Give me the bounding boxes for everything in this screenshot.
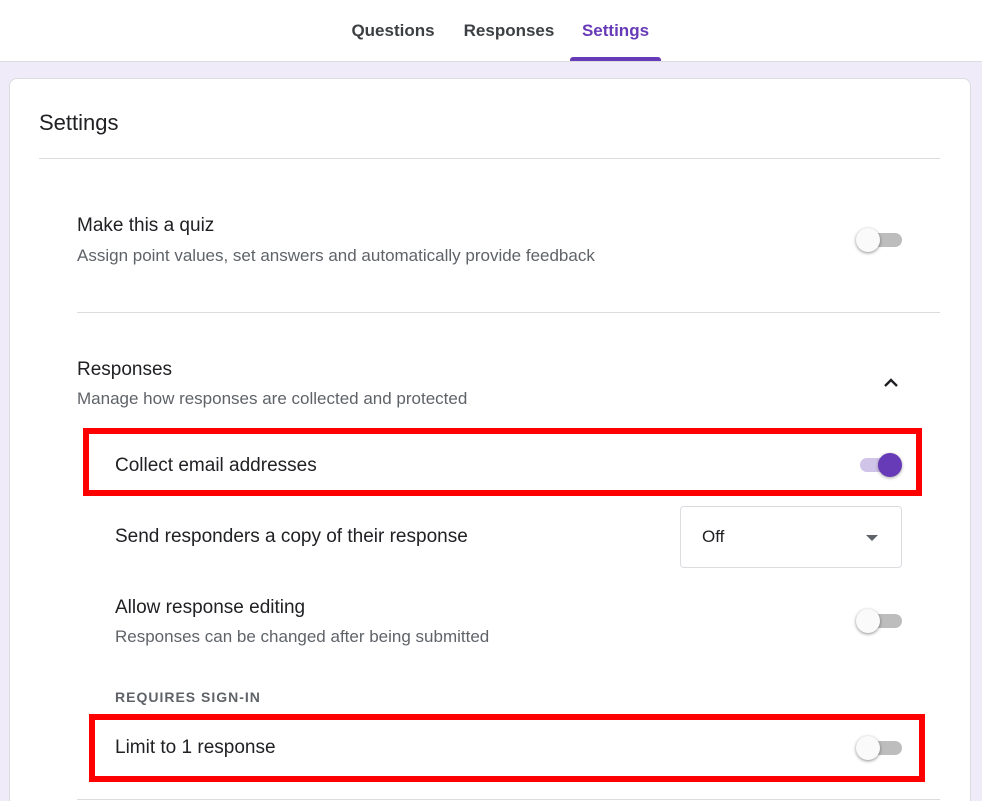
- toggle-thumb: [856, 228, 880, 252]
- top-tab-bar: Questions Responses Settings: [0, 0, 982, 62]
- toggle-thumb: [856, 736, 880, 760]
- quiz-divider: [77, 312, 940, 313]
- allow-editing-description: Responses can be changed after being sub…: [115, 627, 490, 646]
- tab-questions[interactable]: Questions: [340, 0, 446, 62]
- responses-section-title: Responses: [77, 359, 173, 380]
- chevron-up-icon[interactable]: [879, 371, 903, 395]
- page-title: Settings: [39, 110, 119, 135]
- allow-editing-label: Allow response editing: [115, 597, 306, 618]
- active-tab-indicator: [570, 57, 661, 61]
- allow-editing-toggle[interactable]: [856, 608, 902, 634]
- tab-settings[interactable]: Settings: [570, 0, 661, 62]
- dropdown-arrow-icon: [866, 535, 878, 541]
- tab-responses[interactable]: Responses: [456, 0, 562, 62]
- responses-section-description: Manage how responses are collected and p…: [77, 389, 468, 408]
- toggle-thumb: [856, 609, 880, 633]
- toggle-thumb: [878, 453, 902, 477]
- quiz-toggle[interactable]: [856, 227, 902, 253]
- collect-email-label: Collect email addresses: [115, 455, 317, 476]
- requires-signin-label: REQUIRES SIGN-IN: [115, 689, 261, 705]
- collect-email-toggle[interactable]: [856, 452, 902, 478]
- quiz-title: Make this a quiz: [77, 215, 215, 236]
- send-copy-select[interactable]: Off: [680, 506, 902, 568]
- quiz-description: Assign point values, set answers and aut…: [77, 246, 595, 265]
- limit-one-toggle[interactable]: [856, 735, 902, 761]
- limit-one-label: Limit to 1 response: [115, 737, 276, 758]
- title-divider: [39, 158, 940, 159]
- bottom-divider: [77, 799, 940, 800]
- send-copy-label: Send responders a copy of their response: [115, 526, 468, 547]
- send-copy-value: Off: [702, 527, 725, 546]
